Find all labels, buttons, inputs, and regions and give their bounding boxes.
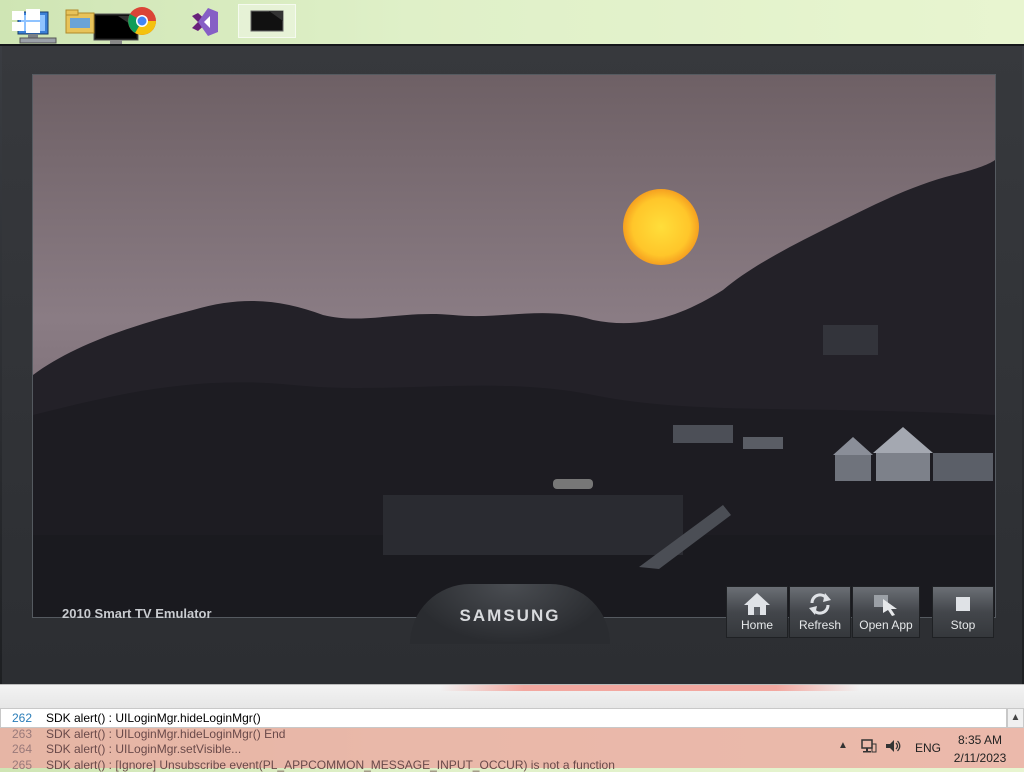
log-line-number: 262: [12, 711, 33, 725]
stop-label: Stop: [950, 618, 976, 632]
log-line: 263 SDK alert() : UILoginMgr.hideLoginMgr…: [12, 727, 285, 741]
visual-studio-icon[interactable]: [184, 4, 224, 38]
log-line-number: 265: [12, 758, 33, 772]
clock-date[interactable]: 2/11/2023: [948, 751, 1012, 765]
stop-icon: [948, 591, 978, 617]
tray-overflow-icon[interactable]: ▲: [838, 740, 848, 751]
refresh-button[interactable]: Refresh: [789, 586, 851, 638]
tv-screen[interactable]: [32, 74, 996, 618]
refresh-label: Refresh: [798, 618, 842, 632]
open-app-icon: [871, 591, 901, 617]
log-strip-highlight: [440, 685, 860, 691]
chrome-icon[interactable]: [122, 4, 162, 38]
log-line: 264 SDK alert() : UILoginMgr.setVisible..…: [12, 742, 241, 756]
log-line-text: SDK alert() : UILoginMgr.hideLoginMgr() …: [46, 727, 286, 741]
scroll-up-arrow-icon[interactable]: ▲: [1007, 708, 1024, 728]
brand-logo: SAMSUNG: [459, 606, 561, 625]
emulator-taskbar-icon[interactable]: [238, 4, 296, 38]
home-label: Home: [740, 618, 773, 632]
home-button[interactable]: Home: [726, 586, 788, 638]
emulator-title: 2010 Smart TV Emulator: [62, 606, 212, 621]
log-line-text: SDK alert() : UILoginMgr.setVisible...: [46, 742, 242, 756]
log-line-number: 263: [12, 727, 33, 741]
log-line-number: 264: [12, 742, 33, 756]
network-icon[interactable]: [860, 738, 878, 759]
log-line-text: SDK alert() : UILoginMgr.hideLoginMgr(): [46, 711, 261, 725]
log-header-strip: [0, 684, 1024, 709]
stop-button[interactable]: Stop: [932, 586, 994, 638]
language-indicator[interactable]: ENG: [915, 741, 941, 755]
open-app-button[interactable]: Open App: [852, 586, 920, 638]
log-line: 265 SDK alert() : [Ignore] Unsubscribe ev…: [12, 758, 615, 772]
windows-start-icon[interactable]: [6, 4, 46, 38]
open-app-label: Open App: [859, 618, 913, 632]
home-icon: [742, 591, 772, 617]
log-line-text: SDK alert() : [Ignore] Unsubscribe event…: [46, 758, 615, 772]
file-explorer-icon[interactable]: [60, 4, 100, 38]
volume-icon[interactable]: [884, 738, 902, 759]
refresh-icon: [805, 591, 835, 617]
clock-time[interactable]: 8:35 AM: [948, 733, 1012, 747]
log-line: 262 SDK alert() : UILoginMgr.hideLoginMgr…: [12, 711, 261, 725]
